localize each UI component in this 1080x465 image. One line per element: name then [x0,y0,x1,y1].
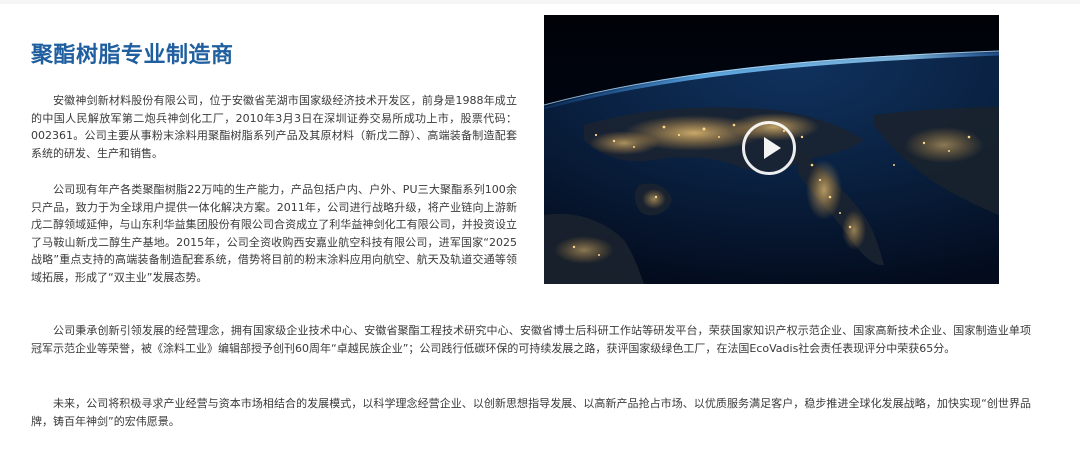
play-button[interactable] [742,121,796,175]
body-paragraph-3: 公司秉承创新引领发展的经营理念，拥有国家级企业技术中心、安徽省聚酯工程技术研究中… [31,324,1031,355]
intro-paragraph-1: 安徽神剑新材料股份有限公司，位于安徽省芜湖市国家级经济技术开发区，前身是1988… [31,94,517,160]
company-intro-section: 聚酯树脂专业制造商 安徽神剑新材料股份有限公司，位于安徽省芜湖市国家级经济技术开… [0,0,1080,465]
body-paragraph-4: 未来，公司将积极寻求产业经营与资本市场相结合的发展模式，以科学理念经营企业、以创… [31,397,1031,428]
intro-paragraph-2: 公司现有年产各类聚酯树脂22万吨的生产能力，产品包括户内、户外、PU三大聚酯系列… [31,183,517,284]
company-video[interactable] [544,15,999,284]
play-icon [764,137,781,159]
top-divider [0,0,1080,4]
page-title: 聚酯树脂专业制造商 [31,43,234,68]
